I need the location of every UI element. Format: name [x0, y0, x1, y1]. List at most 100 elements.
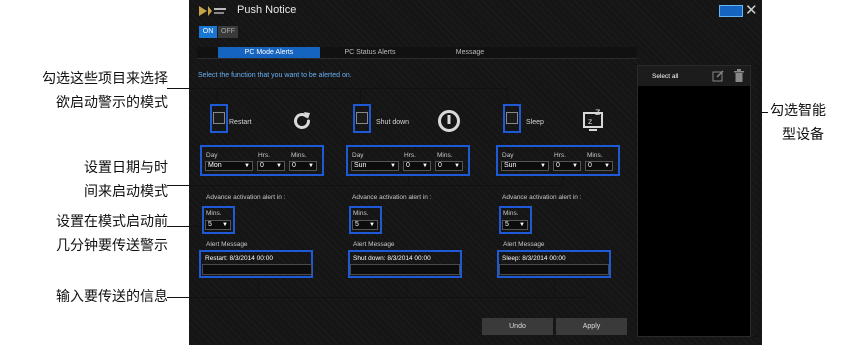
restart-alert-message-label: Alert Message: [206, 241, 248, 248]
callout-line: [360, 88, 361, 104]
sleep-message-text: Sleep: 8/3/2014 00:00: [502, 255, 566, 262]
restart-hrs-label: Hrs.: [258, 152, 270, 159]
chevron-down-icon: ▼: [222, 222, 228, 228]
instruction-text: Select the function that you want to be …: [198, 72, 352, 79]
svg-text:z: z: [595, 107, 600, 118]
callout-line: [406, 278, 407, 297]
sleep-advance-value: 5: [505, 221, 509, 228]
annotation-device-2: 型设备: [782, 127, 824, 143]
tab-pc-mode-alerts[interactable]: PC Mode Alerts: [218, 47, 320, 58]
restart-advance-mins-label: Mins.: [206, 210, 222, 217]
device-panel: Select all: [637, 65, 751, 337]
callout-line: [758, 65, 759, 337]
sleep-mins-select[interactable]: 0 ▼: [585, 161, 613, 171]
callout-line: [262, 176, 263, 185]
shutdown-day-select[interactable]: Sun ▼: [351, 161, 399, 171]
callout-line: [258, 278, 259, 297]
shutdown-advance-label: Advance activation alert in :: [352, 194, 432, 201]
tab-message[interactable]: Message: [420, 47, 520, 58]
shutdown-hrs-select[interactable]: 0 ▼: [403, 161, 431, 171]
shutdown-hrs-value: 0: [406, 162, 410, 169]
restart-checkbox[interactable]: [213, 112, 225, 124]
shutdown-mins-value: 0: [438, 162, 442, 169]
power-icon: [438, 110, 460, 132]
chevron-down-icon: ▼: [604, 163, 610, 169]
shutdown-day-value: Sun: [354, 162, 367, 169]
restart-message-input[interactable]: [202, 264, 312, 275]
restart-hrs-select[interactable]: 0 ▼: [257, 161, 285, 171]
shutdown-advance-select[interactable]: 5 ▼: [352, 220, 378, 230]
shutdown-advance-value: 5: [355, 221, 359, 228]
restart-advance-select[interactable]: 5 ▼: [205, 220, 231, 230]
shutdown-day-label: Day: [352, 152, 364, 159]
annotation-schedule-1: 设置日期与时: [84, 160, 168, 176]
sleep-alert-message-label: Alert Message: [503, 241, 545, 248]
callout-line: [507, 88, 508, 104]
restart-mins-select[interactable]: 0 ▼: [289, 161, 317, 171]
tab-bar: PC Mode Alerts PC Status Alerts Message: [197, 47, 637, 59]
chevron-down-icon: ▼: [572, 163, 578, 169]
callout-line: [562, 176, 563, 185]
sleep-hrs-select[interactable]: 0 ▼: [553, 161, 581, 171]
trash-icon[interactable]: [734, 69, 744, 82]
shutdown-alert-message-label: Alert Message: [353, 241, 395, 248]
chevron-down-icon: ▼: [519, 222, 525, 228]
callout-line: [751, 336, 759, 337]
select-all-label[interactable]: Select all: [652, 73, 678, 80]
callout-line: [167, 297, 587, 298]
shutdown-label: Shut down: [376, 119, 410, 126]
chevron-down-icon: ▼: [422, 163, 428, 169]
asus-logo-icon: [199, 6, 226, 16]
chevron-down-icon: ▼: [390, 163, 396, 169]
svg-text:z: z: [588, 117, 592, 126]
callout-line: [217, 88, 218, 104]
shutdown-mins-label: Mins.: [437, 152, 453, 159]
restart-icon: [294, 112, 310, 129]
annotation-message: 输入要传送的信息: [56, 289, 168, 305]
window-mode-icon[interactable]: [719, 5, 743, 17]
sleep-icon: z z: [583, 107, 603, 131]
sleep-hrs-label: Hrs.: [554, 152, 566, 159]
sleep-hrs-value: 0: [556, 162, 560, 169]
shutdown-message-input[interactable]: [350, 264, 460, 275]
sleep-checkbox[interactable]: [506, 112, 518, 124]
annotation-advance-2: 几分钟要传送警示: [56, 238, 168, 254]
undo-button[interactable]: Undo: [482, 318, 553, 335]
sleep-message-input[interactable]: [499, 264, 609, 275]
shutdown-checkbox[interactable]: [356, 112, 368, 124]
push-notice-window: Push Notice ✕ ON OFF PC Mode Alerts PC S…: [189, 0, 762, 345]
annotation-advance-1: 设置在模式启动前: [56, 214, 168, 230]
chevron-down-icon: ▼: [369, 222, 375, 228]
callout-line: [167, 88, 507, 89]
chevron-down-icon: ▼: [454, 163, 460, 169]
sleep-day-select[interactable]: Sun ▼: [501, 161, 549, 171]
sleep-advance-select[interactable]: 5 ▼: [502, 220, 528, 230]
close-icon[interactable]: ✕: [745, 1, 758, 19]
sleep-advance-mins-label: Mins.: [503, 210, 519, 217]
tab-pc-status-alerts[interactable]: PC Status Alerts: [320, 47, 420, 58]
shutdown-hrs-label: Hrs.: [404, 152, 416, 159]
shutdown-advance-mins-label: Mins.: [353, 210, 369, 217]
annotation-schedule-2: 间来启动模式: [84, 184, 168, 200]
callout-line: [758, 112, 768, 113]
callout-line: [167, 185, 563, 186]
annotation-device-1: 勾选智能: [770, 103, 826, 119]
restart-day-label: Day: [206, 152, 218, 159]
on-toggle[interactable]: ON: [199, 26, 217, 38]
annotation-checkbox-2: 欲启动警示的模式: [56, 95, 168, 111]
apply-button[interactable]: Apply: [556, 318, 627, 335]
edit-icon[interactable]: [712, 70, 724, 82]
chevron-down-icon: ▼: [276, 163, 282, 169]
sleep-advance-label: Advance activation alert in :: [502, 194, 582, 201]
chevron-down-icon: ▼: [540, 163, 546, 169]
restart-day-select[interactable]: Mon ▼: [205, 161, 253, 171]
restart-day-value: Mon: [208, 162, 222, 169]
restart-advance-label: Advance activation alert in :: [206, 194, 286, 201]
restart-mins-value: 0: [292, 162, 296, 169]
shutdown-message-text: Shut down: 8/3/2014 00:00: [353, 255, 431, 262]
shutdown-mins-select[interactable]: 0 ▼: [435, 161, 463, 171]
restart-mins-label: Mins.: [291, 152, 307, 159]
restart-label: Restart: [229, 119, 252, 126]
chevron-down-icon: ▼: [308, 163, 314, 169]
off-toggle[interactable]: OFF: [218, 26, 238, 38]
